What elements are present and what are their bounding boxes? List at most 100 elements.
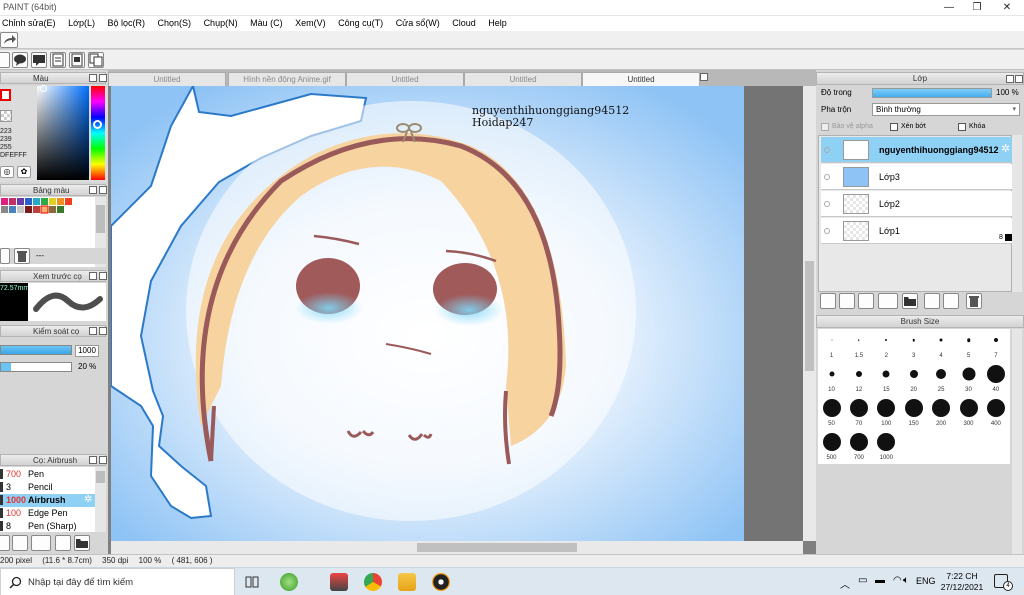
menu-cloud[interactable]: Cloud: [452, 16, 476, 30]
brush-item-pencil[interactable]: 3 Pencil: [0, 481, 95, 494]
brush-size-50[interactable]: 50: [818, 397, 845, 428]
clock[interactable]: 7:22 CH 27/12/2021: [940, 571, 984, 593]
new-layer-3-button[interactable]: [858, 293, 874, 309]
clipping-checkbox[interactable]: [890, 123, 898, 131]
brush-item-pen[interactable]: 700 Pen: [0, 468, 95, 481]
horizontal-scrollbar[interactable]: [111, 541, 803, 554]
brush-size-100[interactable]: 100: [872, 397, 900, 428]
gear-icon[interactable]: ✲: [84, 494, 92, 505]
brush-tool-button[interactable]: [0, 535, 10, 551]
menu-help[interactable]: Help: [488, 16, 507, 30]
brush-size-15[interactable]: 15: [872, 363, 900, 394]
brush-folder-button[interactable]: [74, 535, 90, 551]
language-indicator[interactable]: ENG: [916, 576, 936, 586]
brush-size-5[interactable]: 5: [955, 329, 982, 360]
panel-float-icon[interactable]: [89, 74, 97, 82]
layer-list-scrollbar[interactable]: [1012, 135, 1022, 292]
copy-button[interactable]: [88, 52, 104, 68]
battery-icon[interactable]: ▬: [875, 575, 885, 586]
eye-icon[interactable]: [824, 201, 830, 207]
media-player-icon[interactable]: [432, 573, 450, 591]
panel-float-icon[interactable]: [700, 73, 708, 81]
menu-window[interactable]: Cửa sổ(W): [396, 16, 440, 30]
brush-size-30[interactable]: 30: [955, 363, 982, 394]
swatch-colors[interactable]: [0, 197, 96, 217]
taskbar-search[interactable]: Nhập tại đây để tìm kiếm: [0, 568, 235, 595]
layer-opacity-slider[interactable]: [872, 88, 992, 98]
brush-size-20[interactable]: 20: [900, 363, 928, 394]
color-mode-button[interactable]: ◎: [0, 166, 14, 178]
chevron-up-icon[interactable]: ︿: [840, 576, 850, 591]
eye-icon[interactable]: [824, 174, 830, 180]
notification-icon[interactable]: 4: [994, 574, 1013, 591]
speech-bubble-button[interactable]: [12, 52, 28, 68]
layer-row-lop1[interactable]: Lớp1 8: [821, 218, 1014, 244]
layer-folder-button[interactable]: [902, 293, 918, 309]
brush-size-300[interactable]: 300: [955, 397, 982, 428]
volume-icon[interactable]: 🔈︎: [903, 575, 909, 586]
panel-close-icon[interactable]: [99, 272, 107, 280]
panel-close-icon[interactable]: [1015, 75, 1023, 83]
app-green-icon[interactable]: [280, 573, 298, 591]
panel-float-icon[interactable]: [89, 272, 97, 280]
layer-row-lop2[interactable]: Lớp2: [821, 191, 1014, 217]
brush-size-12[interactable]: 12: [845, 363, 873, 394]
brush-size-150[interactable]: 150: [900, 397, 928, 428]
drawing-canvas[interactable]: nguyenthihuonggiang94512 Hoidap247: [111, 86, 744, 541]
brush-size-25[interactable]: 25: [927, 363, 955, 394]
vertical-scroll-thumb[interactable]: [805, 261, 814, 371]
panel-float-icon[interactable]: [89, 327, 97, 335]
tab-untitled-active[interactable]: Untitled: [582, 72, 700, 86]
brush-menu-button[interactable]: [31, 535, 51, 551]
new-brush-button[interactable]: [12, 535, 28, 551]
menu-tools[interactable]: Công cụ(T): [338, 16, 383, 30]
layer-menu-button[interactable]: [878, 293, 898, 309]
brush-size-200[interactable]: 200: [927, 397, 955, 428]
file-explorer-icon[interactable]: [398, 573, 416, 591]
chrome-icon[interactable]: [364, 573, 382, 591]
panel-close-icon[interactable]: [99, 456, 107, 464]
brush-size-4[interactable]: 4: [927, 329, 955, 360]
merge-layer-button[interactable]: [943, 293, 959, 309]
brush-size-1.5[interactable]: 1.5: [845, 329, 873, 360]
menu-view[interactable]: Xem(V): [295, 16, 326, 30]
tab-untitled-1[interactable]: Untitled: [108, 72, 226, 86]
brush-item-edge-pen[interactable]: 100 Edge Pen: [0, 507, 95, 520]
panel-close-icon[interactable]: [99, 186, 107, 194]
close-button[interactable]: ✕: [992, 0, 1022, 16]
brush-size-40[interactable]: 40: [982, 363, 1010, 394]
gear-icon[interactable]: ✲: [1001, 142, 1010, 155]
brush-size-7[interactable]: 7: [982, 329, 1010, 360]
hue-slider[interactable]: [91, 86, 105, 180]
tool-button-1[interactable]: [0, 52, 10, 68]
brush-size-500[interactable]: 500: [818, 431, 845, 462]
page-button[interactable]: [69, 52, 85, 68]
brush-item-pen-sharp[interactable]: 8 Pen (Sharp): [0, 520, 95, 533]
main-color-swatch[interactable]: [0, 89, 11, 101]
panel-close-icon[interactable]: [99, 74, 107, 82]
size-value[interactable]: 1000: [75, 345, 99, 357]
menu-layer[interactable]: Lớp(L): [68, 16, 95, 30]
menu-select[interactable]: Chọn(S): [158, 16, 192, 30]
panel-float-icon[interactable]: [1006, 75, 1014, 83]
lock-checkbox[interactable]: [958, 123, 966, 131]
minimize-button[interactable]: —: [934, 0, 964, 16]
layer-row-watermark[interactable]: nguyenthihuonggiang94512 ✲: [821, 137, 1014, 163]
tab-untitled-3[interactable]: Untitled: [464, 72, 582, 86]
palette-mode-button[interactable]: ✿: [17, 166, 31, 178]
tab-untitled-2[interactable]: Untitled: [346, 72, 464, 86]
saturation-value-square[interactable]: [37, 85, 89, 180]
redo-button[interactable]: [0, 32, 18, 48]
paint-app-icon[interactable]: [330, 573, 348, 591]
brush-size-2[interactable]: 2: [872, 329, 900, 360]
brush-size-400[interactable]: 400: [982, 397, 1010, 428]
brush-size-700[interactable]: 700: [845, 431, 873, 462]
task-view-icon[interactable]: [245, 575, 259, 589]
panel-float-icon[interactable]: [89, 456, 97, 464]
brush-size-1[interactable]: 1: [818, 329, 845, 360]
brush-item-airbrush[interactable]: 1000 Airbrush ✲: [0, 494, 95, 507]
menu-filter[interactable]: Bộ lọc(R): [108, 16, 146, 30]
maximize-button[interactable]: ❐: [962, 0, 992, 16]
brush-size-1000[interactable]: 1000: [872, 431, 900, 462]
sub-color-swatch[interactable]: [0, 110, 12, 122]
